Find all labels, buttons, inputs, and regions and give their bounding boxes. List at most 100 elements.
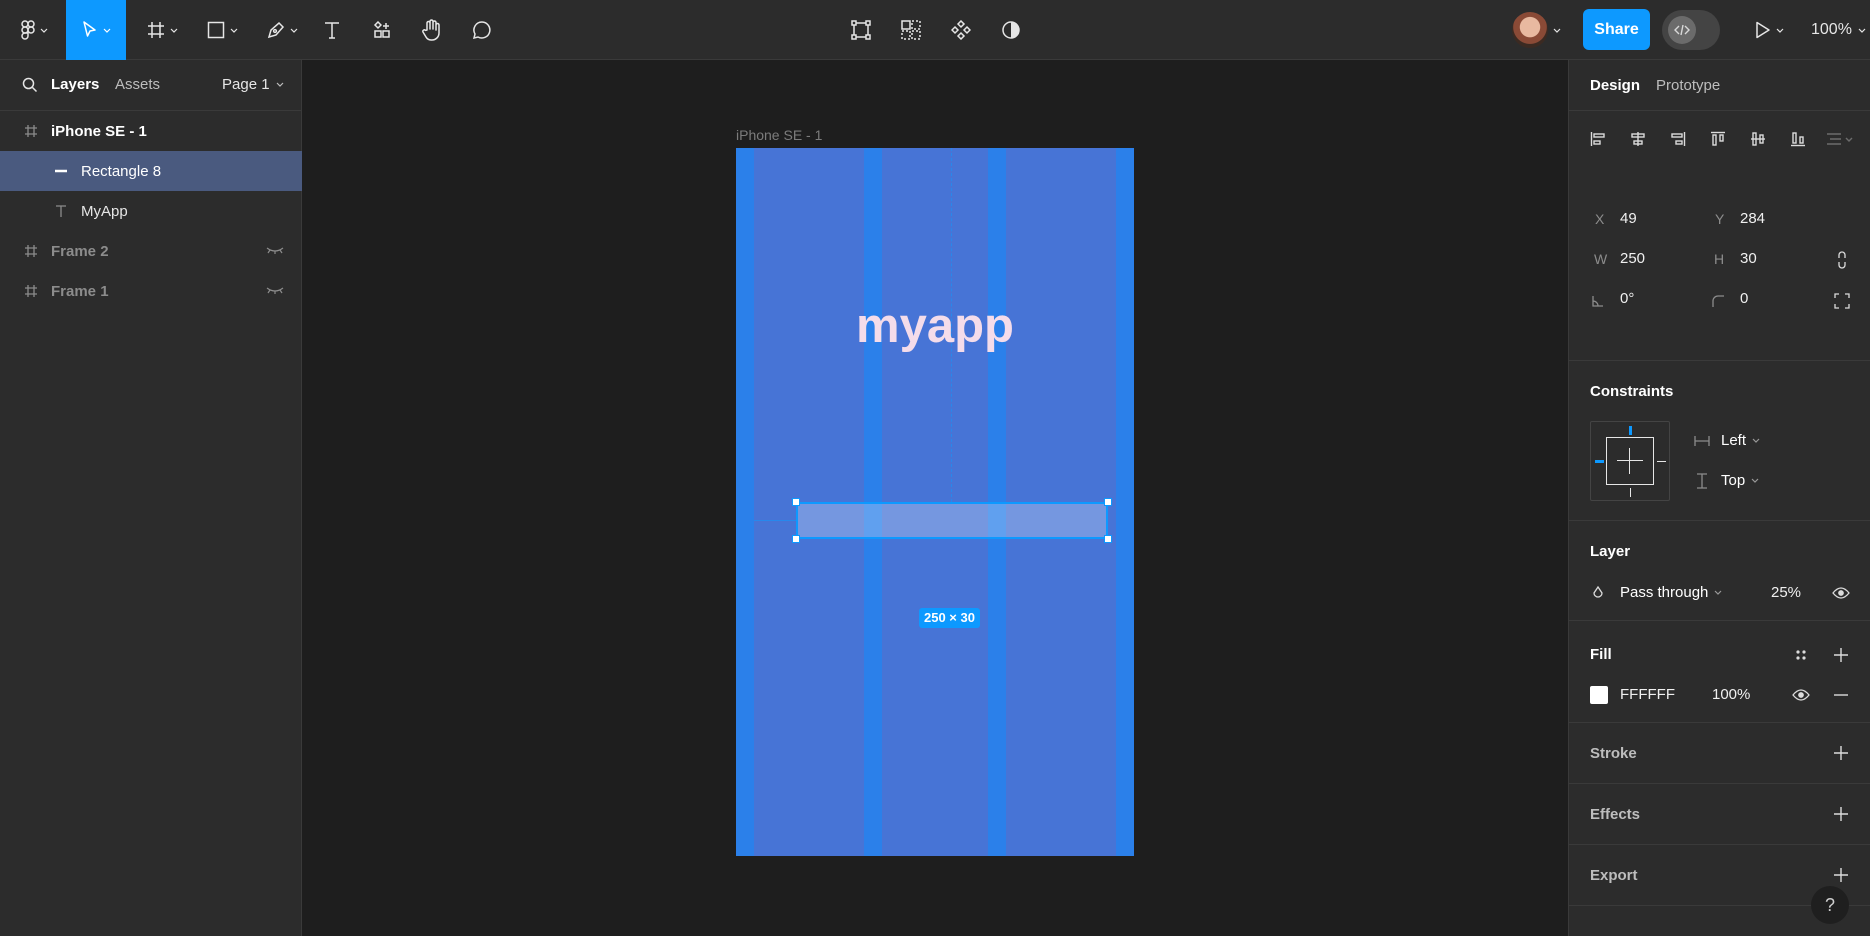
tab-layers[interactable]: Layers	[51, 76, 99, 93]
main-menu-button[interactable]	[14, 0, 54, 60]
align-right-icon[interactable]	[1668, 129, 1688, 149]
layer-row-frame-1[interactable]: Frame 1	[0, 271, 302, 311]
chevron-down-icon	[1714, 590, 1722, 595]
comment-tool-button[interactable]	[468, 0, 496, 60]
fill-opacity-input[interactable]: 100%	[1712, 686, 1750, 703]
constrain-proportions-icon[interactable]	[1832, 250, 1852, 270]
corner-radius-input[interactable]: 0	[1740, 290, 1748, 307]
horizontal-constraint-dropdown[interactable]: Left	[1721, 432, 1760, 449]
design-canvas[interactable]: iPhone SE - 1 myapp 250 × 30	[302, 60, 1568, 936]
stroke-title: Stroke	[1590, 745, 1637, 762]
x-input[interactable]: 49	[1620, 210, 1637, 227]
blend-mode-value: Pass through	[1620, 584, 1709, 601]
add-stroke-plus-icon[interactable]	[1831, 743, 1851, 763]
eye-icon[interactable]	[1831, 583, 1851, 603]
align-left-icon[interactable]	[1588, 129, 1608, 149]
fill-title: Fill	[1590, 646, 1612, 663]
move-tool-button[interactable]	[66, 0, 126, 60]
resize-handle[interactable]	[1104, 535, 1112, 543]
text-t-icon	[52, 202, 70, 220]
resize-handle[interactable]	[792, 498, 800, 506]
layer-name: Rectangle 8	[81, 162, 162, 180]
layer-row-myapp[interactable]: MyApp	[0, 191, 302, 231]
text-tool-button[interactable]	[318, 0, 346, 60]
h-label: H	[1714, 251, 1725, 267]
components-icon	[373, 21, 391, 39]
layer-opacity-input[interactable]: 25%	[1771, 584, 1801, 601]
width-input[interactable]: 250	[1620, 250, 1645, 267]
stroke-section: Stroke	[1569, 723, 1870, 784]
create-component-button[interactable]	[948, 0, 974, 60]
resize-handle[interactable]	[1104, 498, 1112, 506]
independent-corners-icon[interactable]	[1832, 291, 1852, 311]
tab-prototype[interactable]: Prototype	[1656, 77, 1720, 94]
hidden-eye-closed-icon[interactable]	[266, 242, 284, 260]
height-input[interactable]: 30	[1740, 250, 1757, 267]
use-as-mask-button[interactable]	[898, 0, 924, 60]
constraint-right-marker[interactable]	[1657, 461, 1666, 462]
frame-label[interactable]: iPhone SE - 1	[736, 127, 822, 143]
search-icon[interactable]	[22, 77, 38, 93]
chevron-down-icon	[1776, 28, 1784, 33]
w-label: W	[1594, 251, 1608, 267]
layer-row-rectangle-8[interactable]: Rectangle 8	[0, 151, 302, 191]
frame-hash-icon	[22, 282, 40, 300]
resources-tool-button[interactable]	[368, 0, 396, 60]
align-horizontal-center-icon[interactable]	[1628, 129, 1648, 149]
layer-row-frame-2[interactable]: Frame 2	[0, 231, 302, 271]
iphone-frame[interactable]: myapp	[736, 148, 1134, 856]
tab-assets[interactable]: Assets	[115, 76, 160, 93]
edit-object-button[interactable]	[848, 0, 874, 60]
add-export-plus-icon[interactable]	[1831, 865, 1851, 885]
chevron-down-icon	[1858, 28, 1866, 33]
blend-mode-dropdown[interactable]: Pass through	[1620, 584, 1722, 601]
shape-tool-button[interactable]	[200, 0, 244, 60]
code-brackets-icon	[1668, 16, 1696, 44]
y-input[interactable]: 284	[1740, 210, 1765, 227]
help-button[interactable]: ?	[1811, 886, 1849, 924]
chevron-down-icon	[1553, 28, 1561, 33]
layer-row-iphone-se-1[interactable]: iPhone SE - 1	[0, 111, 302, 151]
page-selector[interactable]: Page 1	[222, 76, 284, 93]
vertical-constraint-dropdown[interactable]: Top	[1721, 472, 1759, 489]
tab-design[interactable]: Design	[1590, 77, 1640, 94]
resize-handle[interactable]	[792, 535, 800, 543]
user-avatar[interactable]	[1512, 12, 1548, 48]
style-grid-icon[interactable]	[1791, 645, 1811, 665]
eye-icon[interactable]	[1791, 685, 1811, 705]
hidden-eye-closed-icon[interactable]	[266, 282, 284, 300]
fill-hex-input[interactable]: FFFFFF	[1620, 686, 1675, 703]
hand-tool-button[interactable]	[418, 0, 446, 60]
app-title-text[interactable]: myapp	[736, 298, 1134, 354]
distribute-menu-icon[interactable]	[1825, 129, 1855, 149]
boolean-contrast-button[interactable]	[998, 0, 1024, 60]
pen-tool-button[interactable]	[260, 0, 304, 60]
multiplayer-menu-chevron[interactable]	[1550, 0, 1564, 60]
remove-fill-minus-icon[interactable]	[1831, 685, 1851, 705]
fill-color-swatch[interactable]	[1590, 686, 1608, 704]
constraint-left-marker[interactable]	[1595, 460, 1604, 463]
dimension-badge: 250 × 30	[919, 608, 980, 628]
grid-dashed-icon	[901, 20, 921, 40]
constraint-bottom-marker[interactable]	[1630, 488, 1631, 497]
zoom-dropdown[interactable]: 100%	[1811, 0, 1866, 60]
frame-tool-button[interactable]	[140, 0, 184, 60]
present-button[interactable]	[1748, 0, 1790, 60]
horizontal-constraint-icon	[1692, 431, 1712, 451]
align-vertical-center-icon[interactable]	[1748, 129, 1768, 149]
text-t-icon	[323, 21, 341, 39]
y-label: Y	[1715, 211, 1725, 227]
selected-rectangle[interactable]	[792, 498, 1112, 543]
rectangle-line-icon	[52, 162, 70, 180]
rotation-input[interactable]: 0°	[1620, 290, 1634, 307]
dev-mode-toggle[interactable]	[1662, 10, 1720, 50]
constraints-widget[interactable]	[1590, 421, 1670, 501]
constraint-top-marker[interactable]	[1629, 426, 1632, 435]
align-bottom-icon[interactable]	[1788, 129, 1808, 149]
layout-grid-column	[1116, 148, 1134, 856]
share-button[interactable]: Share	[1583, 9, 1650, 50]
add-fill-plus-icon[interactable]	[1831, 645, 1851, 665]
align-top-icon[interactable]	[1708, 129, 1728, 149]
export-title: Export	[1590, 867, 1638, 884]
add-effect-plus-icon[interactable]	[1831, 804, 1851, 824]
